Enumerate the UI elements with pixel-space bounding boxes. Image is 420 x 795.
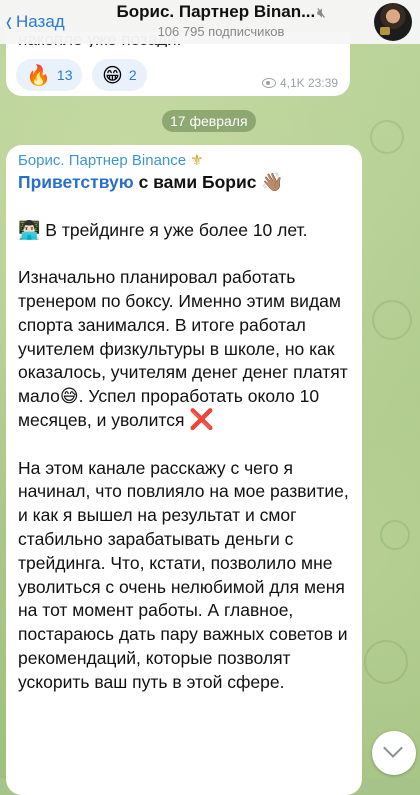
paragraph-2: Изначально планировал работать тренером … <box>18 266 358 433</box>
paragraph-1-text: В трейдинге я уже более 10 лет. <box>40 219 308 240</box>
chevron-down-icon <box>383 738 403 758</box>
avatar-detail <box>380 27 390 35</box>
message-time: 23:39 <box>307 76 338 90</box>
waving-hand-icon: 👋🏽 <box>261 172 284 192</box>
paragraph-1: 👨🏻‍💻 В трейдинге я уже более 10 лет. <box>18 219 358 243</box>
channel-title-row: Борис. Партнер Binan... 🔇︎ <box>96 2 346 22</box>
back-button[interactable]: ‹ Назад <box>4 5 65 38</box>
message-meta: 4,1K 23:39 <box>261 76 338 90</box>
reaction-count: 13 <box>56 67 73 83</box>
sender-name-row[interactable]: Борис. Партнер Binance ⚜ <box>18 151 204 169</box>
reaction-fire[interactable]: 🔥 13 <box>16 59 83 91</box>
greeting-text: с вами Борис <box>133 172 262 192</box>
cross-mark-icon: ❌ <box>189 408 215 431</box>
subscriber-count: 106 795 подписчиков <box>157 24 285 39</box>
sender-name: Борис. Партнер Binance <box>18 152 187 169</box>
avatar[interactable] <box>374 3 412 41</box>
date-separator: 17 февраля <box>162 110 256 132</box>
paragraph-3: На этом канале расскажу с чего я начинал… <box>18 457 349 692</box>
reaction-count: 2 <box>128 67 137 83</box>
greeting-line: Приветствую с вами Борис 👋🏽 <box>18 171 358 195</box>
eye-icon <box>261 78 276 88</box>
channel-message[interactable]: Борис. Партнер Binance ⚜ Приветствую с ва… <box>6 145 362 795</box>
muted-speaker-icon: 🔇︎ <box>317 5 326 20</box>
channel-info[interactable]: Борис. Партнер Binan... 🔇︎ 106 795 подпис… <box>96 2 346 39</box>
reaction-grin[interactable]: 😁 2 <box>92 59 147 91</box>
channel-title: Борис. Партнер Binan... <box>116 2 316 21</box>
message-body: Приветствую с вами Борис 👋🏽 👨🏻‍💻 В трейд… <box>18 171 358 695</box>
chevron-left-icon: ‹ <box>6 5 12 38</box>
technologist-icon: 👨🏻‍💻 <box>18 219 41 240</box>
fire-icon: 🔥 <box>26 64 51 87</box>
fleur-de-lis-icon: ⚜ <box>190 152 204 169</box>
greeting-link[interactable]: Приветствую <box>18 172 134 192</box>
view-count: 4,1K <box>279 76 305 90</box>
sweat-smile-icon: 😅 <box>59 386 79 407</box>
chat-header: ‹ Назад Борис. Партнер Binan... 🔇︎ 106 79… <box>0 0 420 44</box>
back-label: Назад <box>16 12 65 31</box>
grin-icon: 😁 <box>102 64 123 87</box>
scroll-down-button[interactable] <box>372 731 416 775</box>
